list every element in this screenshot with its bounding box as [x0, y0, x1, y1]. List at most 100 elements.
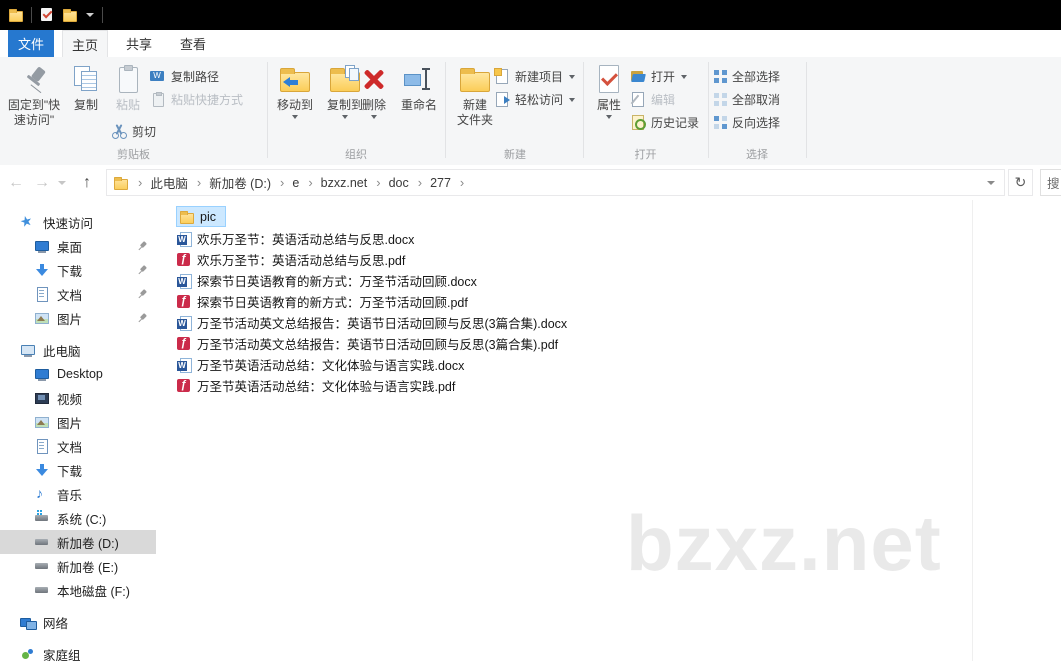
refresh-button[interactable] — [1008, 169, 1033, 196]
sidebar-item-pictures[interactable]: 图片 — [0, 410, 156, 434]
file-row[interactable]: 欢乐万圣节：英语活动总结与反思.pdf — [176, 249, 567, 270]
forward-button[interactable]: → — [30, 165, 54, 200]
new-folder-icon — [459, 65, 491, 93]
open-button[interactable]: 打开 — [630, 66, 688, 86]
select-none-grid-icon — [714, 92, 727, 106]
drive-icon — [34, 582, 50, 598]
address-dropdown-chevron-icon[interactable] — [986, 178, 996, 188]
breadcrumb-folder-icon-wrap — [113, 175, 150, 191]
cut-button[interactable]: 剪切 — [111, 121, 156, 141]
file-row[interactable]: 万圣节英语活动总结：文化体验与语言实践.pdf — [176, 375, 567, 396]
desktop-icon — [34, 238, 50, 254]
sidebar-item-label: 图片 — [57, 312, 83, 327]
move-to-button[interactable]: 移动到 — [269, 62, 321, 119]
pin-to-quick-access-button[interactable]: 固定到"快速访问" — [4, 62, 64, 128]
sidebar-item-label: 新加卷 (D:) — [57, 536, 119, 551]
rename-icon — [404, 65, 434, 93]
file-row[interactable]: 探索节日英语教育的新方式：万圣节活动回顾.pdf — [176, 291, 567, 312]
breadcrumb-segment[interactable]: doc — [389, 175, 431, 190]
tab-home[interactable]: 主页 — [62, 30, 108, 57]
sidebar-item-music[interactable]: 音乐 — [0, 482, 156, 506]
sidebar-item-this-pc[interactable]: 此电脑 — [0, 338, 156, 362]
file-row[interactable]: 万圣节英语活动总结：文化体验与语言实践.docx — [176, 354, 567, 375]
properties-quick-icon[interactable] — [39, 7, 55, 23]
open-folder-icon — [630, 68, 646, 84]
navigation-pane: 快速访问 桌面 下载 文档 图片 此电脑 Desktop — [0, 200, 156, 661]
word-file-icon — [176, 357, 192, 373]
sidebar-item-drive-f[interactable]: 本地磁盘 (F:) — [0, 578, 156, 602]
sidebar-item-drive-e[interactable]: 新加卷 (E:) — [0, 554, 156, 578]
group-divider — [445, 62, 446, 158]
tab-share[interactable]: 共享 — [116, 30, 162, 57]
pdf-file-icon — [176, 336, 192, 352]
file-name: 万圣节英语活动总结：文化体验与语言实践.docx — [197, 359, 465, 373]
rename-button[interactable]: 重命名 — [394, 62, 444, 113]
breadcrumb-segment[interactable]: e — [292, 175, 320, 190]
sidebar-item-label: 本地磁盘 (F:) — [57, 584, 130, 599]
file-row-folder-pic[interactable]: pic — [176, 206, 226, 227]
file-row[interactable]: 探索节日英语教育的新方式：万圣节活动回顾.docx — [176, 270, 567, 291]
column-divider — [972, 200, 973, 661]
sidebar-item-drive-c[interactable]: 系统 (C:) — [0, 506, 156, 530]
watermark: bzxz.net — [626, 499, 942, 587]
file-name: 欢乐万圣节：英语活动总结与反思.docx — [197, 233, 415, 247]
pdf-file-icon — [176, 378, 192, 394]
dropdown-caret-icon — [569, 97, 576, 102]
paste-label: 粘贴 — [115, 98, 140, 112]
sidebar-item-drive-d[interactable]: 新加卷 (D:) — [0, 530, 156, 554]
dropdown-caret-icon — [569, 74, 576, 79]
breadcrumb-segment[interactable]: bzxz.net — [321, 175, 389, 190]
music-icon — [34, 485, 50, 502]
search-input[interactable]: 搜 — [1040, 169, 1061, 196]
sidebar-item-label: Desktop — [57, 367, 103, 381]
pin-icon — [135, 263, 149, 277]
new-folder-quick-icon[interactable] — [62, 7, 78, 23]
tab-file[interactable]: 文件 — [8, 30, 54, 57]
picture-icon — [34, 414, 50, 430]
sidebar-item-videos[interactable]: 视频 — [0, 386, 156, 410]
recent-locations-chevron-icon[interactable] — [55, 165, 69, 200]
select-all-button[interactable]: 全部选择 — [714, 66, 780, 86]
file-row[interactable]: 欢乐万圣节：英语活动总结与反思.docx — [176, 228, 567, 249]
select-none-button[interactable]: 全部取消 — [714, 89, 780, 109]
breadcrumb-segment[interactable]: 新加卷 (D:) — [209, 173, 292, 192]
breadcrumb-segment[interactable]: 277 — [430, 175, 472, 190]
sidebar-item-pictures-qa[interactable]: 图片 — [0, 306, 156, 330]
sidebar-item-desktop[interactable]: Desktop — [0, 362, 156, 386]
edit-button[interactable]: 编辑 — [630, 89, 675, 109]
copy-button[interactable]: 复制 — [64, 62, 108, 113]
file-name: 欢乐万圣节：英语活动总结与反思.pdf — [197, 254, 406, 268]
sidebar-item-downloads-qa[interactable]: 下载 — [0, 258, 156, 282]
sidebar-item-documents-qa[interactable]: 文档 — [0, 282, 156, 306]
breadcrumb[interactable]: 此电脑 新加卷 (D:) e bzxz.net doc 277 — [106, 169, 1005, 196]
group-divider — [583, 62, 584, 158]
breadcrumb-segment[interactable]: 此电脑 — [150, 173, 209, 192]
file-row[interactable]: 万圣节活动英文总结报告：英语节日活动回顾与反思(3篇合集).pdf — [176, 333, 567, 354]
properties-button[interactable]: 属性 — [588, 62, 630, 119]
homegroup-icon — [20, 646, 36, 661]
sidebar-item-homegroup[interactable]: 家庭组 — [0, 642, 156, 661]
sidebar-item-label: 新加卷 (E:) — [57, 560, 119, 575]
easy-access-button[interactable]: 轻松访问 — [494, 89, 576, 109]
qat-chevron-down-icon[interactable] — [85, 10, 95, 20]
invert-selection-button[interactable]: 反向选择 — [714, 112, 780, 132]
up-button[interactable]: ↑ — [74, 165, 100, 200]
paste-button[interactable]: 粘贴 — [106, 62, 150, 113]
new-item-button[interactable]: 新建项目 — [494, 66, 576, 86]
sidebar-item-documents[interactable]: 文档 — [0, 434, 156, 458]
download-icon — [34, 262, 50, 278]
copy-path-button[interactable]: 复制路径 — [150, 66, 219, 86]
history-button[interactable]: 历史记录 — [630, 112, 699, 132]
file-name: 万圣节活动英文总结报告：英语节日活动回顾与反思(3篇合集).pdf — [197, 338, 559, 352]
drive-icon — [34, 534, 50, 550]
sidebar-item-downloads[interactable]: 下载 — [0, 458, 156, 482]
file-row[interactable]: 万圣节活动英文总结报告：英语节日活动回顾与反思(3篇合集).docx — [176, 312, 567, 333]
paste-shortcut-button[interactable]: 粘贴快捷方式 — [150, 89, 243, 109]
sidebar-item-network[interactable]: 网络 — [0, 610, 156, 634]
sidebar-item-desktop-qa[interactable]: 桌面 — [0, 234, 156, 258]
tab-view[interactable]: 查看 — [170, 30, 216, 57]
open-label: 打开 — [651, 69, 676, 84]
sidebar-item-label: 音乐 — [57, 488, 83, 503]
back-button[interactable]: ← — [4, 165, 28, 200]
sidebar-item-quick-access[interactable]: 快速访问 — [0, 210, 156, 234]
